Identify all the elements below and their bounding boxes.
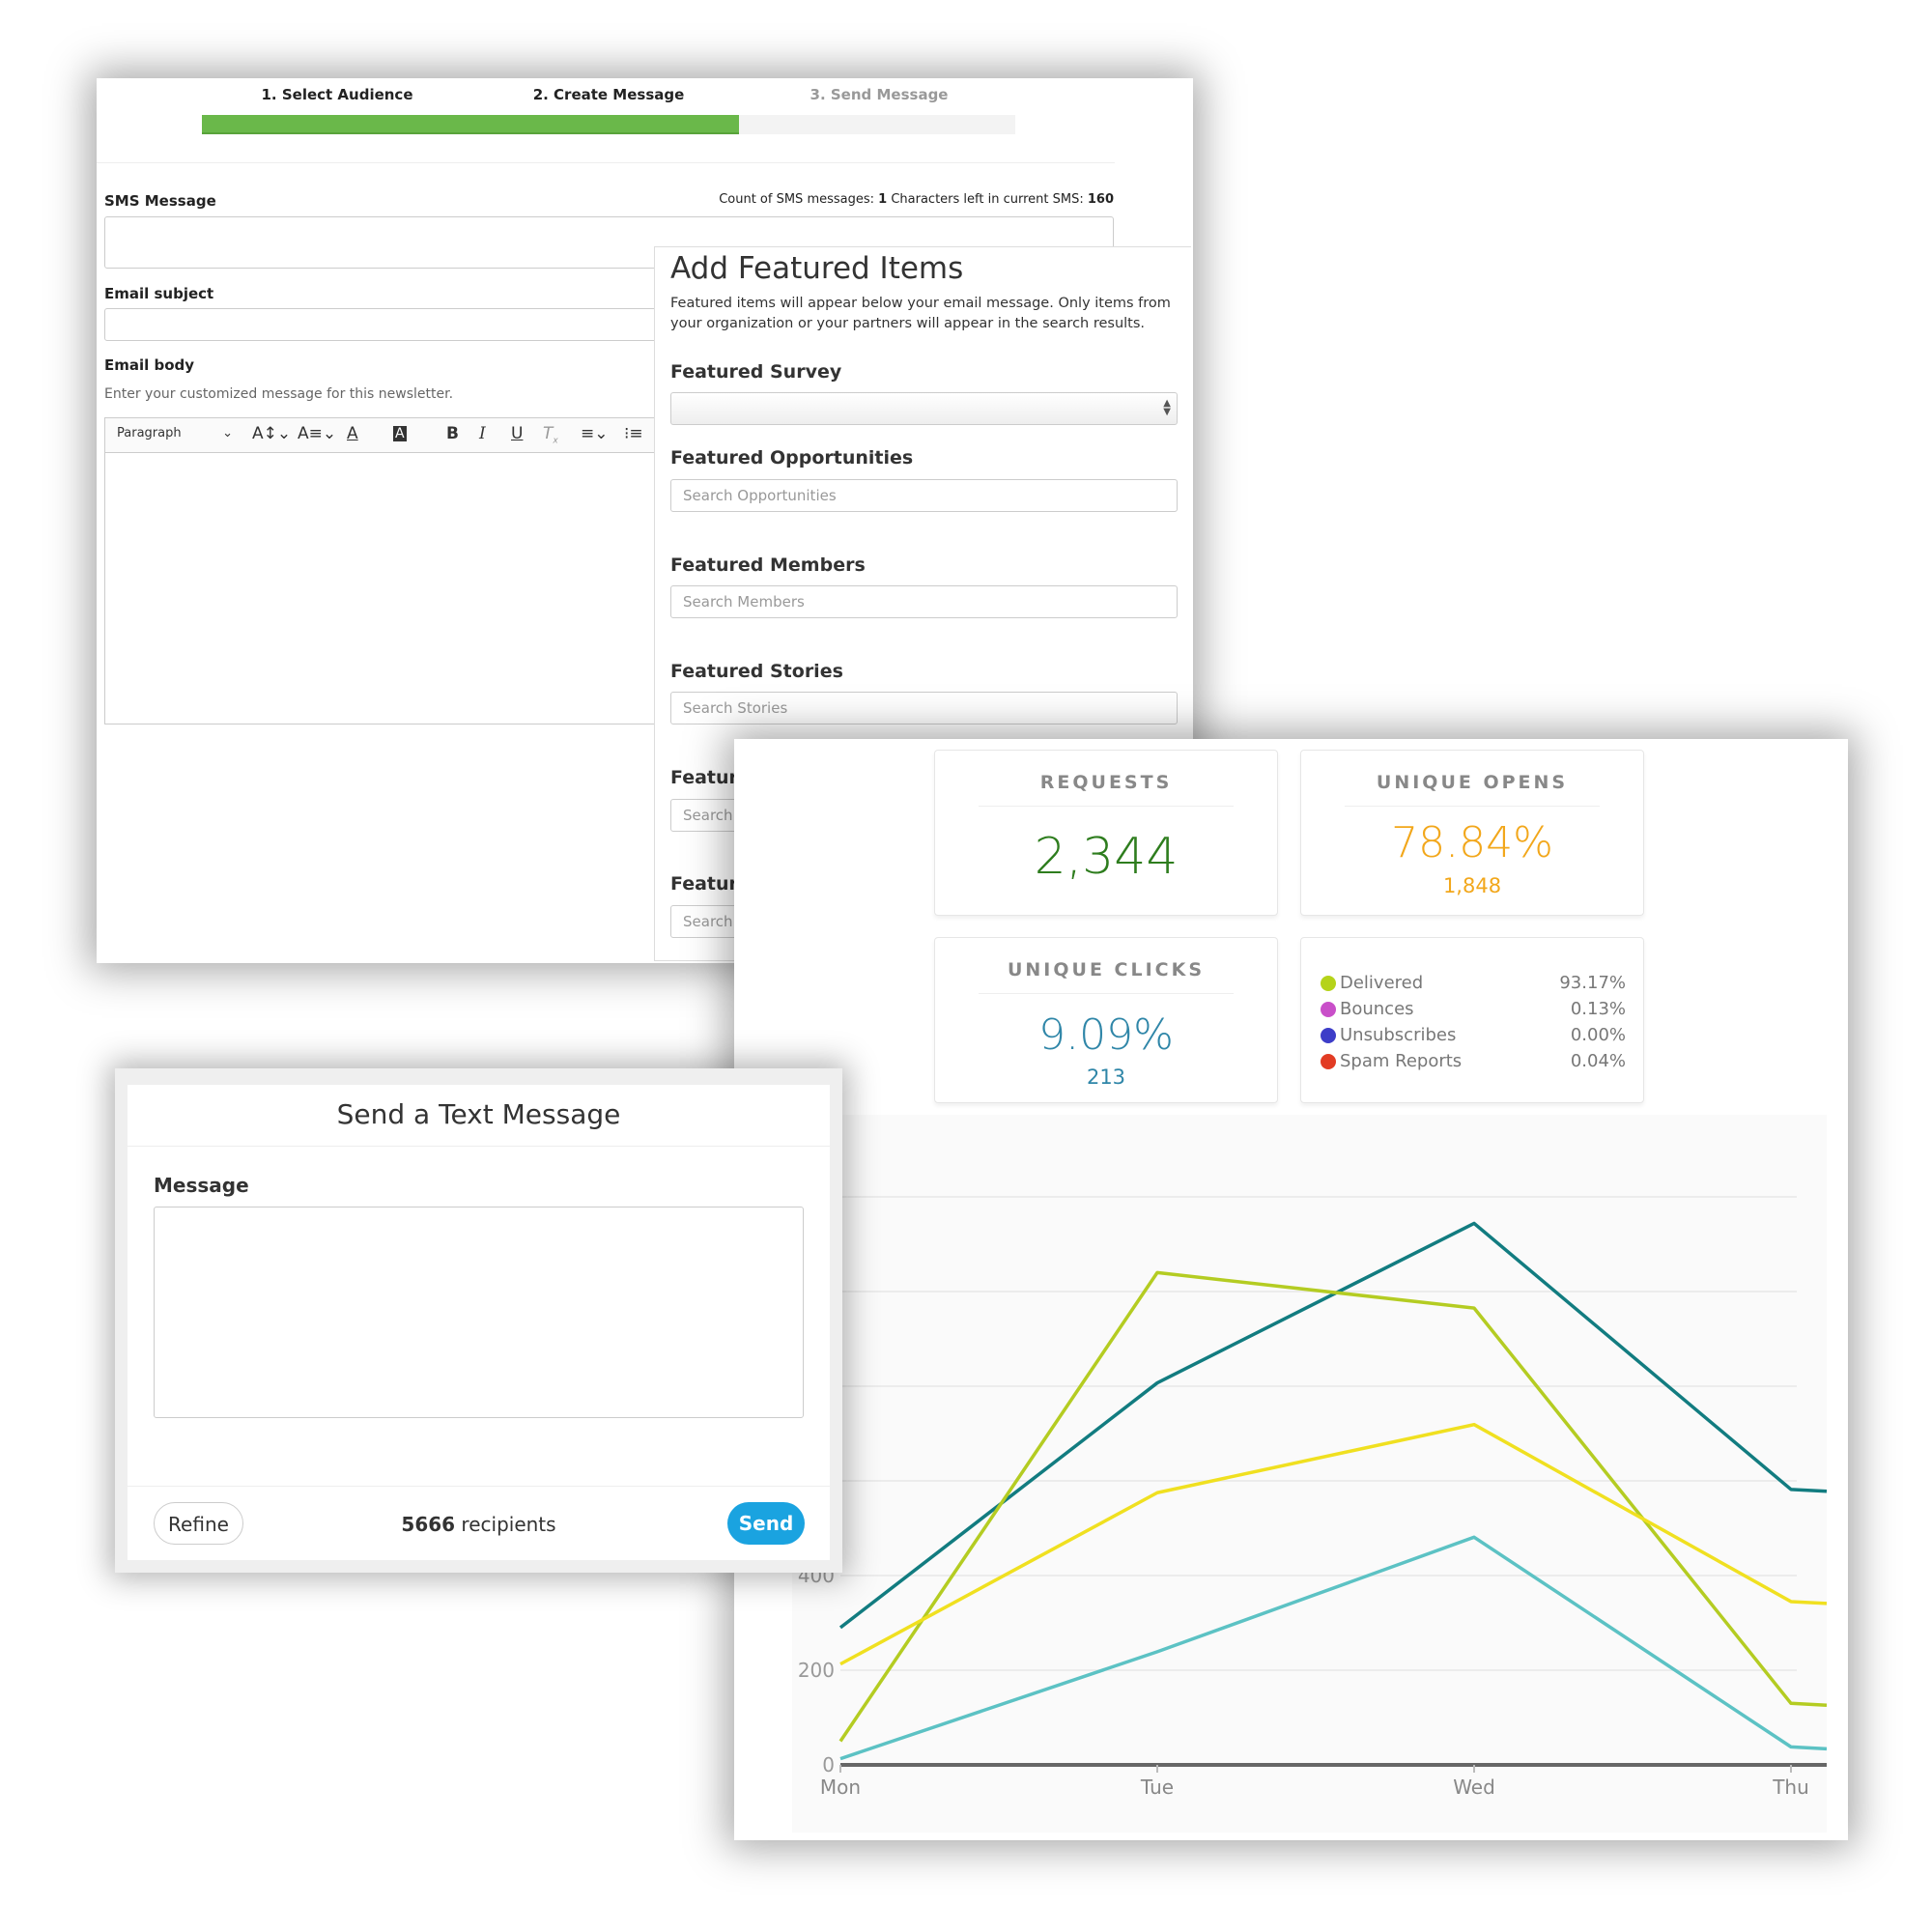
divider bbox=[97, 162, 1115, 163]
highlight-icon[interactable]: A bbox=[393, 426, 407, 441]
featured-members-label: Featured Members bbox=[670, 554, 866, 576]
x-tick-label: Thu bbox=[1772, 1776, 1809, 1799]
email-body-hint: Enter your customized message for this n… bbox=[104, 386, 454, 402]
line-height-icon[interactable]: A≡⌄ bbox=[298, 424, 336, 443]
y-tick-label: 0 bbox=[822, 1753, 835, 1776]
line-chart: 020040060080010001200MonTueWedThu bbox=[785, 1185, 1828, 1799]
recipients-label: recipients bbox=[455, 1513, 556, 1536]
series-line-4 bbox=[839, 1535, 1828, 1761]
count-label: Count of SMS messages: bbox=[719, 192, 879, 207]
italic-icon[interactable]: I bbox=[479, 424, 486, 443]
align-icon[interactable]: ≡⌄ bbox=[581, 424, 609, 443]
underline-icon[interactable]: U bbox=[511, 424, 523, 443]
featured-stories-label: Featured Stories bbox=[670, 661, 843, 682]
bold-icon[interactable]: B bbox=[446, 424, 459, 443]
x-tick-label: Tue bbox=[1140, 1776, 1174, 1799]
recipients-count: 5666 bbox=[401, 1513, 456, 1536]
progress-fill bbox=[202, 115, 739, 134]
series-line-3 bbox=[839, 1422, 1828, 1666]
chevron-down-icon: ⌄ bbox=[222, 426, 233, 440]
featured-survey-select[interactable]: ▲ ▼ bbox=[670, 392, 1178, 425]
step-select-audience[interactable]: 1. Select Audience bbox=[261, 86, 412, 103]
select-arrows-icon: ▲ ▼ bbox=[1163, 398, 1171, 417]
x-tick-label: Mon bbox=[820, 1776, 861, 1799]
format-value: Paragraph bbox=[117, 426, 182, 440]
count-value: 1 bbox=[878, 192, 888, 207]
chars-value: 160 bbox=[1087, 192, 1114, 207]
sms-count-text: Count of SMS messages: 1 Characters left… bbox=[719, 192, 1114, 207]
progress-bar bbox=[202, 115, 1015, 134]
divider bbox=[128, 1486, 830, 1487]
y-tick-label: 200 bbox=[798, 1659, 835, 1682]
stats-dashboard: REQUESTS 2,344 UNIQUE OPENS 78.84% 1,848… bbox=[734, 739, 1848, 1840]
message-textarea[interactable] bbox=[154, 1207, 804, 1418]
font-color-icon[interactable]: A bbox=[347, 424, 358, 443]
featured-survey-label: Featured Survey bbox=[670, 361, 842, 383]
clear-format-icon[interactable]: Tx bbox=[543, 424, 558, 445]
featured-title: Add Featured Items bbox=[670, 251, 964, 286]
send-text-dialog: Send a Text Message Message Refine 5666 … bbox=[115, 1068, 842, 1573]
step-create-message[interactable]: 2. Create Message bbox=[533, 86, 685, 103]
featured-description: Featured items will appear below your em… bbox=[670, 296, 1171, 331]
format-select[interactable]: Paragraph ⌄ bbox=[117, 426, 233, 440]
featured-opportunities-label: Featured Opportunities bbox=[670, 447, 914, 469]
search-opportunities-input[interactable]: Search Opportunities bbox=[670, 479, 1178, 512]
bullet-list-icon[interactable]: ⁝≡ bbox=[624, 424, 643, 443]
series-line-1 bbox=[838, 1221, 1828, 1630]
dialog-title: Send a Text Message bbox=[336, 1098, 621, 1130]
search-members-input[interactable]: Search Members bbox=[670, 585, 1178, 618]
message-label: Message bbox=[154, 1174, 249, 1197]
x-tick-label: Wed bbox=[1453, 1776, 1495, 1799]
send-button[interactable]: Send bbox=[727, 1502, 805, 1545]
sms-message-label: SMS Message bbox=[104, 192, 216, 210]
email-subject-label: Email subject bbox=[104, 285, 214, 302]
chars-label: Characters left in current SMS: bbox=[887, 192, 1088, 207]
search-stories-input[interactable]: Search Stories bbox=[670, 692, 1178, 724]
font-size-icon[interactable]: A↕⌄ bbox=[252, 424, 291, 443]
recipients-text: 5666 recipients bbox=[128, 1513, 830, 1536]
step-send-message[interactable]: 3. Send Message bbox=[810, 86, 949, 103]
divider bbox=[128, 1146, 830, 1147]
email-body-label: Email body bbox=[104, 356, 195, 374]
